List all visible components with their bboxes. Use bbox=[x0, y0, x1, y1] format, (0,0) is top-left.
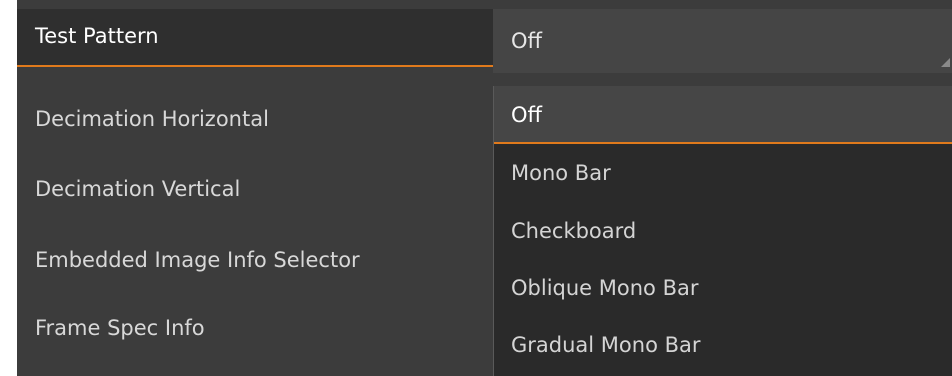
dropdown-option-mono-bar[interactable]: Mono Bar bbox=[494, 144, 952, 202]
dropdown-option-oblique-mono-bar[interactable]: Oblique Mono Bar bbox=[494, 259, 952, 317]
dropdown-option-off[interactable]: Off bbox=[494, 86, 952, 144]
option-label: Checkboard bbox=[511, 219, 637, 243]
option-label: Off bbox=[511, 103, 542, 127]
test-pattern-dropdown-list: Off Mono Bar Checkboard Oblique Mono Bar… bbox=[493, 86, 952, 376]
property-label-decimation-vertical: Decimation Vertical bbox=[35, 177, 241, 201]
property-grid: Test Pattern Decimation Horizontal Decim… bbox=[17, 0, 952, 376]
property-label-frame-spec-info: Frame Spec Info bbox=[35, 316, 205, 340]
option-label: Gradual Mono Bar bbox=[511, 333, 701, 357]
property-label-decimation-horizontal: Decimation Horizontal bbox=[35, 107, 269, 131]
dropdown-option-checkboard[interactable]: Checkboard bbox=[494, 202, 952, 260]
property-label-embedded-image-info-selector: Embedded Image Info Selector bbox=[35, 248, 360, 272]
dropdown-option-gradual-mono-bar[interactable]: Gradual Mono Bar bbox=[494, 316, 952, 374]
option-label: Oblique Mono Bar bbox=[511, 276, 699, 300]
test-pattern-combobox[interactable]: Off bbox=[493, 9, 952, 73]
dropdown-arrow-icon[interactable] bbox=[941, 58, 950, 67]
property-label-test-pattern: Test Pattern bbox=[35, 24, 159, 48]
test-pattern-value: Off bbox=[511, 29, 542, 53]
option-label: Mono Bar bbox=[511, 161, 611, 185]
